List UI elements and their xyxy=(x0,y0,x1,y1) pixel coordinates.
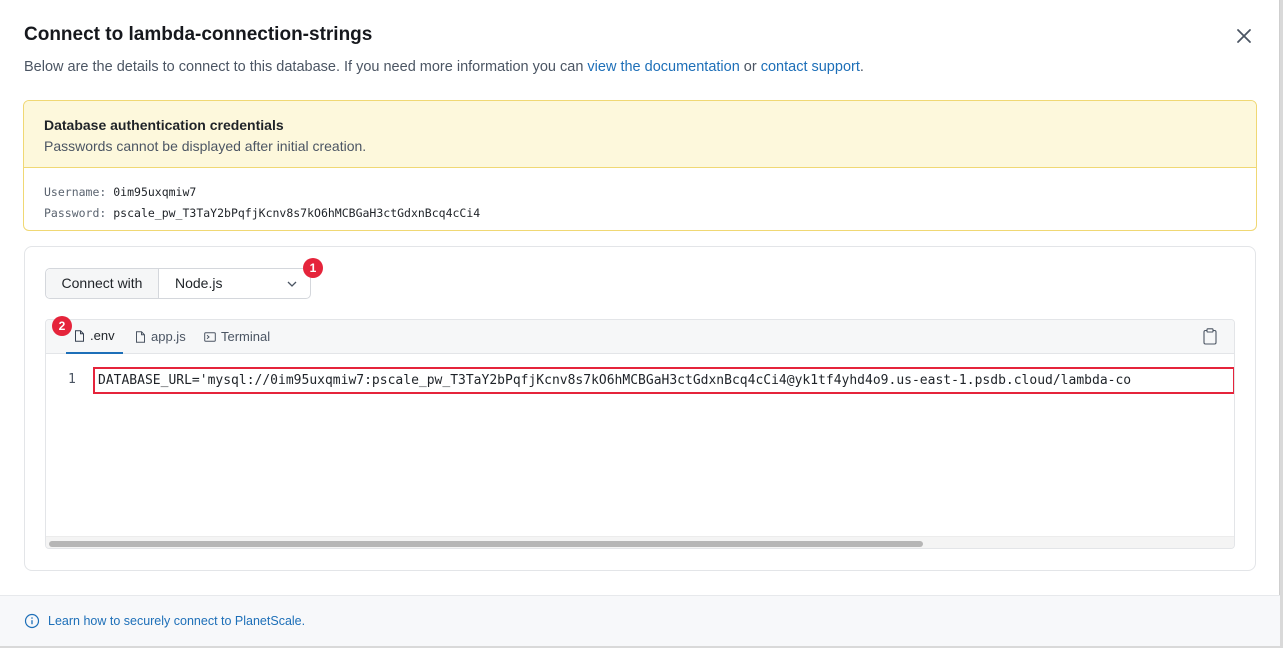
horizontal-scrollbar[interactable] xyxy=(46,536,1234,548)
secure-connect-text: Learn how to securely connect to PlanetS… xyxy=(48,614,306,628)
file-icon xyxy=(75,330,84,342)
code-editor: .env app.js Terminal 1 DATABASE_URL='mys… xyxy=(45,319,1235,549)
subtitle-end: . xyxy=(859,59,864,75)
file-tabs: .env app.js Terminal xyxy=(46,320,1234,354)
annotation-badge-2: 2 xyxy=(52,316,72,336)
credentials-title: Database authentication credentials xyxy=(44,117,284,133)
subtitle-text: Below are the details to connect to this… xyxy=(24,59,588,75)
subtitle-or: or xyxy=(739,59,761,75)
password-label: Password: xyxy=(44,206,107,220)
annotation-badge-1: 1 xyxy=(303,258,323,278)
tab-app-js-label: app.js xyxy=(151,329,186,344)
username-label: Username: xyxy=(44,185,107,199)
file-icon xyxy=(136,331,145,343)
tab-terminal-label: Terminal xyxy=(221,329,271,344)
clipboard-icon[interactable] xyxy=(1203,328,1217,345)
password-value[interactable]: pscale_pw_T3TaY2bPqfjKcnv8s7kO6hMCBGaH3c… xyxy=(113,206,480,220)
dialog-title: Connect to lambda-connection-strings xyxy=(24,24,373,45)
tab-env-label: .env xyxy=(90,328,115,343)
connect-with-group: Connect with Node.js xyxy=(45,268,311,299)
docs-link[interactable]: view the documentation xyxy=(587,59,739,75)
credentials-body: Username: 0im95uxqmiw7 Password: pscale_… xyxy=(24,168,1256,230)
language-select-value: Node.js xyxy=(175,275,223,291)
info-icon xyxy=(24,613,40,629)
chevron-down-icon xyxy=(287,281,297,287)
credentials-header: Database authentication credentials Pass… xyxy=(24,101,1256,168)
username-row: Username: 0im95uxqmiw7 xyxy=(44,182,1236,203)
line-number: 1 xyxy=(68,372,76,387)
username-value[interactable]: 0im95uxqmiw7 xyxy=(113,185,196,199)
dialog-subtitle: Below are the details to connect to this… xyxy=(24,59,864,75)
code-area[interactable]: 1 DATABASE_URL='mysql://0im95uxqmiw7:psc… xyxy=(46,354,1234,534)
dialog-footer: Learn how to securely connect to PlanetS… xyxy=(0,595,1280,646)
password-row: Password: pscale_pw_T3TaY2bPqfjKcnv8s7kO… xyxy=(44,203,1236,224)
secure-connect-link[interactable]: Learn how to securely connect to PlanetS… xyxy=(24,613,305,629)
credentials-subtitle: Passwords cannot be displayed after init… xyxy=(44,138,367,154)
scrollbar-thumb[interactable] xyxy=(49,541,923,547)
tab-terminal[interactable]: Terminal xyxy=(204,320,270,354)
language-select[interactable]: Node.js xyxy=(159,269,310,298)
support-link[interactable]: contact support xyxy=(761,59,860,75)
database-url-line[interactable]: DATABASE_URL='mysql://0im95uxqmiw7:pscal… xyxy=(93,367,1234,394)
terminal-icon xyxy=(204,332,216,342)
connection-panel: Connect with Node.js 1 .env app.js Termi… xyxy=(24,246,1256,571)
tab-app-js[interactable]: app.js xyxy=(135,320,186,354)
credentials-box: Database authentication credentials Pass… xyxy=(23,100,1257,231)
tab-env[interactable]: .env xyxy=(66,320,123,354)
close-icon[interactable] xyxy=(1233,25,1255,47)
connect-dialog: Connect to lambda-connection-strings Bel… xyxy=(0,0,1280,646)
connect-with-label: Connect with xyxy=(46,269,159,298)
